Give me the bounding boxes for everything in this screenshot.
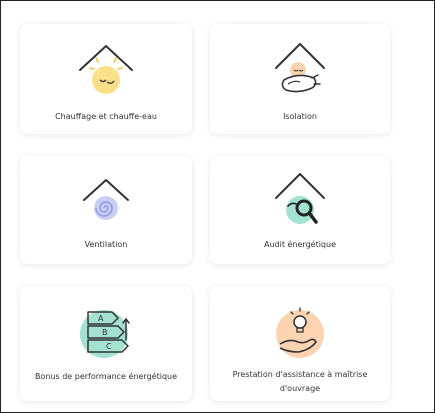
service-card-audit[interactable]: Audit énergétique	[210, 156, 390, 264]
service-card-ventilation[interactable]: Ventilation	[20, 156, 192, 264]
service-card-label: Chauffage et chauffe-eau	[55, 112, 157, 121]
energy-rating-arrows-icon: A B C	[80, 310, 130, 358]
service-card-energy-bonus[interactable]: A B C Bonus de performance énergétique	[20, 286, 192, 401]
energy-audit-house-icon	[275, 173, 325, 224]
services-panel: Chauffage et chauffe-eau Isolation Venti…	[0, 0, 435, 413]
svg-text:A: A	[98, 314, 104, 323]
service-card-heating[interactable]: Chauffage et chauffe-eau	[20, 24, 192, 134]
service-card-label: Bonus de performance énergétique	[34, 372, 178, 381]
svg-text:C: C	[106, 342, 112, 351]
hand-lightbulb-icon	[276, 307, 324, 358]
service-card-label: Prestation d'assistance à maîtrise d'ouv…	[232, 370, 368, 393]
service-card-label: Isolation	[283, 112, 317, 121]
service-card-label: Ventilation	[84, 240, 128, 249]
heating-house-sun-icon	[79, 45, 133, 94]
ventilation-house-spiral-icon	[83, 179, 129, 220]
svg-text:B: B	[102, 328, 108, 337]
service-card-insulation[interactable]: Isolation	[210, 24, 390, 134]
service-card-label: Audit énergétique	[263, 240, 336, 249]
service-card-assistance[interactable]: Prestation d'assistance à maîtrise d'ouv…	[210, 286, 390, 401]
insulation-house-icon	[275, 43, 325, 93]
